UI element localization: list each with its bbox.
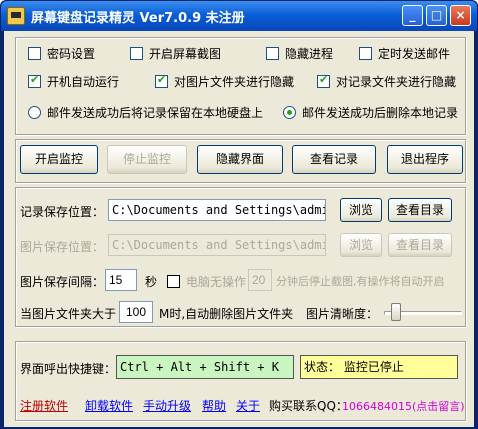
minimize-button[interactable]: _	[402, 5, 423, 26]
keep-records-radio[interactable]: 邮件发送成功后将记录保留在本地硬盘上	[28, 104, 263, 121]
checkbox-box[interactable]	[130, 47, 143, 60]
keyboard-app-icon	[7, 7, 25, 25]
uninstall-link[interactable]: 卸载软件	[85, 397, 133, 414]
screen-capture-label: 开启屏幕截图	[149, 47, 222, 61]
help-link[interactable]: 帮助	[202, 397, 226, 414]
record-path-field[interactable]: C:\Documents and Settings\admin	[108, 199, 326, 221]
idle-minutes-input[interactable]: 20	[248, 269, 272, 291]
checkbox-box[interactable]	[359, 47, 372, 60]
image-browse-button[interactable]: 浏览	[340, 233, 382, 257]
idle-checkbox[interactable]: 电脑无操作	[167, 273, 246, 290]
checkbox-box[interactable]	[28, 73, 41, 88]
folder-size-prefix: 当图片文件夹大于	[20, 307, 117, 321]
manual-upgrade-link[interactable]: 手动升级	[143, 397, 191, 414]
password-setting-checkbox[interactable]: 密码设置	[28, 45, 95, 62]
keep-records-label: 邮件发送成功后将记录保留在本地硬盘上	[47, 106, 264, 120]
title-bar[interactable]: 屏幕键盘记录精灵 Ver7.0.9 未注册 _ □ ×	[1, 1, 477, 31]
scheduled-email-label: 定时发送邮件	[378, 47, 451, 61]
hotkey-field[interactable]: Ctrl + Alt + Shift + K	[116, 355, 294, 379]
scheduled-email-checkbox[interactable]: 定时发送邮件	[359, 45, 450, 62]
contact-qq-link[interactable]: 1066484015(点击留言)	[342, 398, 465, 414]
hide-image-folder-label: 对图片文件夹进行隐藏	[174, 75, 295, 89]
clarity-slider-thumb[interactable]	[390, 303, 401, 321]
folder-size-input[interactable]: 100	[119, 301, 153, 323]
start-monitor-button[interactable]: 开启监控	[20, 145, 98, 174]
seconds-label: 秒	[145, 275, 158, 289]
exit-button[interactable]: 退出程序	[387, 145, 463, 174]
record-view-dir-button[interactable]: 查看目录	[388, 198, 452, 222]
maximize-button[interactable]: □	[426, 5, 447, 26]
radio-circle[interactable]	[28, 106, 41, 119]
register-link[interactable]: 注册软件	[20, 397, 68, 414]
checkbox-box[interactable]	[167, 275, 180, 288]
record-browse-button[interactable]: 浏览	[340, 198, 382, 222]
hide-process-label: 隐藏进程	[285, 47, 334, 61]
radio-circle[interactable]	[283, 106, 296, 119]
hide-process-checkbox[interactable]: 隐藏进程	[266, 45, 333, 62]
delete-records-label: 邮件发送成功后删除本地记录	[302, 106, 459, 120]
delete-records-radio[interactable]: 邮件发送成功后删除本地记录	[283, 104, 458, 121]
image-view-dir-button[interactable]: 查看目录	[388, 233, 452, 257]
contact-label: 购买联系QQ：	[269, 399, 348, 413]
clarity-label: 图片清晰度：	[306, 307, 379, 321]
record-path-label: 记录保存位置：	[20, 205, 105, 219]
hide-ui-button[interactable]: 隐藏界面	[197, 145, 283, 174]
checkbox-box[interactable]	[155, 73, 168, 88]
client-area: 密码设置 开启屏幕截图 隐藏进程 定时发送邮件 开机自动运行 对图片文件夹进行隐…	[4, 31, 474, 427]
app-window: 屏幕键盘记录精灵 Ver7.0.9 未注册 _ □ × 密码设置 开启屏幕截图 …	[0, 0, 478, 429]
hide-image-folder-checkbox[interactable]: 对图片文件夹进行隐藏	[155, 73, 294, 90]
hide-record-folder-checkbox[interactable]: 对记录文件夹进行隐藏	[317, 73, 456, 90]
idle-label: 电脑无操作	[186, 275, 247, 289]
checkbox-box[interactable]	[317, 73, 330, 88]
stop-monitor-button[interactable]: 停止监控	[107, 145, 187, 174]
view-records-button[interactable]: 查看记录	[292, 145, 376, 174]
interval-input[interactable]: 15	[105, 269, 137, 291]
image-path-field[interactable]: C:\Documents and Settings\admin	[108, 234, 326, 256]
auto-start-checkbox[interactable]: 开机自动运行	[28, 73, 119, 90]
image-path-label: 图片保存位置：	[20, 240, 105, 254]
status-field: 状态： 监控已停止	[300, 355, 458, 379]
close-button[interactable]: ×	[450, 5, 471, 26]
folder-size-suffix: M时,自动删除图片文件夹	[159, 307, 294, 321]
password-setting-label: 密码设置	[47, 47, 96, 61]
auto-start-label: 开机自动运行	[47, 75, 120, 89]
about-link[interactable]: 关于	[236, 397, 260, 414]
interval-label: 图片保存间隔：	[20, 275, 105, 289]
screen-capture-checkbox[interactable]: 开启屏幕截图	[130, 45, 221, 62]
idle-suffix-label: 分钟后停止截图,有操作将自动开启	[276, 275, 445, 288]
checkbox-box[interactable]	[266, 47, 279, 60]
hide-record-folder-label: 对记录文件夹进行隐藏	[336, 75, 457, 89]
window-title: 屏幕键盘记录精灵 Ver7.0.9 未注册	[31, 11, 245, 26]
hotkey-label: 界面呼出快捷键：	[20, 362, 117, 376]
checkbox-box[interactable]	[28, 47, 41, 60]
